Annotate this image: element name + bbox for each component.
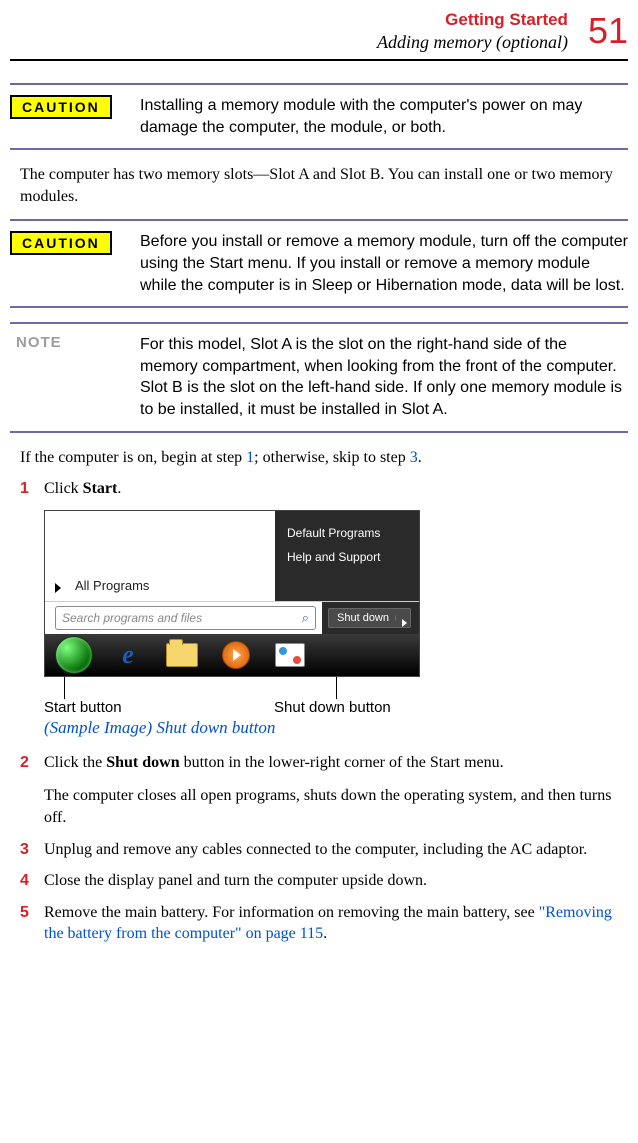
menu-item-default-programs[interactable]: Default Programs (287, 521, 419, 545)
search-input[interactable]: Search programs and files ⌕ (55, 606, 316, 630)
shutdown-button[interactable]: Shut down (328, 608, 411, 628)
step-text: Unplug and remove any cables connected t… (44, 839, 628, 861)
shutdown-group: Shut down (322, 602, 419, 634)
step-item: 5 Remove the main battery. For informati… (20, 902, 628, 945)
start-menu-left-pane: All Programs (45, 511, 275, 601)
step-text: Click Start. (44, 478, 628, 500)
start-label: Start (83, 480, 118, 497)
document-page: Getting Started Adding memory (optional)… (0, 0, 638, 975)
figure-label-start-button: Start button (44, 699, 274, 716)
steps-list-cont: 2 Click the Shut down button in the lowe… (20, 752, 628, 945)
intro-sentence: If the computer is on, begin at step 1; … (20, 447, 628, 469)
intro-post: . (418, 449, 422, 466)
arrow-right-icon (55, 583, 61, 593)
shutdown-bold: Shut down (106, 754, 179, 771)
menu-item-help-support[interactable]: Help and Support (287, 545, 419, 569)
start-menu-bottom-row: Search programs and files ⌕ Shut down (45, 601, 419, 634)
start-menu-figure: All Programs Default Programs Help and S… (44, 510, 420, 738)
start-button[interactable] (49, 638, 99, 672)
note-callout: NOTE For this model, Slot A is the slot … (10, 322, 628, 432)
step-number: 3 (20, 839, 44, 861)
caution-text: Before you install or remove a memory mo… (140, 231, 628, 296)
caution-callout: CAUTION Installing a memory module with … (10, 83, 628, 150)
caution-badge-label: CAUTION (10, 231, 112, 255)
search-icon: ⌕ (302, 610, 309, 626)
caution-callout: CAUTION Before you install or remove a m… (10, 219, 628, 308)
taskbar-explorer[interactable] (157, 638, 207, 672)
intro-pre: If the computer is on, begin at step (20, 449, 246, 466)
step-ref-3[interactable]: 3 (410, 449, 418, 466)
step-number: 4 (20, 870, 44, 892)
media-player-icon (222, 641, 250, 669)
intro-mid: ; otherwise, skip to step (254, 449, 410, 466)
note-badge-label: NOTE (10, 334, 68, 351)
folder-icon (166, 643, 198, 667)
note-text: For this model, Slot A is the slot on th… (140, 334, 628, 420)
note-badge: NOTE (10, 334, 130, 352)
figure-labels: Start button Shut down button (44, 699, 420, 716)
ie-icon: e (122, 640, 134, 670)
shutdown-arrow-icon[interactable] (395, 614, 402, 622)
caution-badge-label: CAUTION (10, 95, 112, 119)
figure-label-shutdown-button: Shut down button (274, 699, 420, 716)
steps-list: 1 Click Start. (20, 478, 628, 500)
step-item: 2 Click the Shut down button in the lowe… (20, 752, 628, 829)
body-paragraph: The computer has two memory slots—Slot A… (20, 164, 628, 207)
caution-text: Installing a memory module with the comp… (140, 95, 628, 138)
search-placeholder: Search programs and files (62, 611, 202, 625)
page-header: Getting Started Adding memory (optional)… (10, 10, 628, 53)
header-rule (10, 59, 628, 61)
page-number: 51 (588, 13, 628, 49)
step-item: 3 Unplug and remove any cables connected… (20, 839, 628, 861)
windows-orb-icon (55, 636, 93, 674)
taskbar: e (45, 634, 419, 676)
start-menu-top: All Programs Default Programs Help and S… (45, 511, 419, 601)
caution-badge: CAUTION (10, 231, 130, 255)
step-number: 1 (20, 478, 44, 500)
step-number: 5 (20, 902, 44, 945)
shutdown-label: Shut down (337, 612, 389, 624)
section-title: Getting Started (377, 10, 568, 30)
taskbar-paint[interactable] (265, 638, 315, 672)
step-ref-1[interactable]: 1 (246, 449, 254, 466)
start-menu-screenshot: All Programs Default Programs Help and S… (44, 510, 420, 677)
step-text: Remove the main battery. For information… (44, 902, 628, 945)
all-programs-item[interactable]: All Programs (75, 578, 149, 593)
figure-caption: (Sample Image) Shut down button (44, 718, 420, 738)
taskbar-media-player[interactable] (211, 638, 261, 672)
step-item: 1 Click Start. (20, 478, 628, 500)
step-sub-text: The computer closes all open programs, s… (44, 785, 628, 828)
header-titles: Getting Started Adding memory (optional) (377, 10, 568, 53)
step-number: 2 (20, 752, 44, 829)
leader-line-shutdown (336, 677, 337, 699)
step-text: Click the Shut down button in the lower-… (44, 752, 628, 829)
taskbar-ie[interactable]: e (103, 638, 153, 672)
step-text: Close the display panel and turn the com… (44, 870, 628, 892)
start-menu-right-pane: Default Programs Help and Support (275, 511, 419, 601)
leader-line-start (64, 677, 65, 699)
step-item: 4 Close the display panel and turn the c… (20, 870, 628, 892)
paint-icon (275, 643, 305, 667)
caution-badge: CAUTION (10, 95, 130, 119)
figure-leader-lines (44, 677, 420, 699)
subsection-title: Adding memory (optional) (377, 32, 568, 53)
